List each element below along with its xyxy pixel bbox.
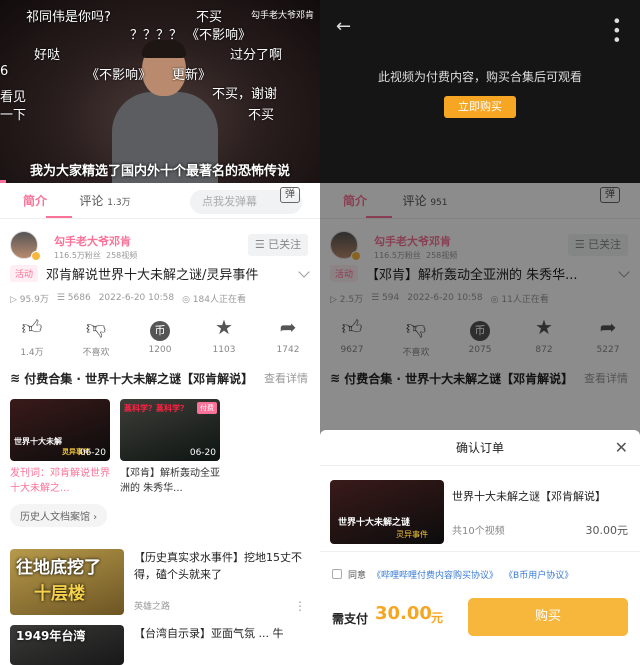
uploader-name[interactable]: 勾手老大爷邓肯	[54, 233, 131, 249]
video-subtitle: 我为大家精选了国内外十个最著名的恐怖传说	[29, 164, 290, 179]
danmaku: ？？？？	[130, 28, 183, 43]
series-cards: 世界十大未解 灵异事件 06-20 发刊词：邓肯解说世界十大未解之... 蒸科学…	[0, 393, 320, 496]
back-arrow-icon[interactable]: ←	[336, 16, 351, 37]
video-title: 邓肯解说世界十大未解之谜/灵异事件	[46, 267, 259, 283]
tab-bar: 简介 评论 1.3万 点我发弹幕 弹	[0, 183, 320, 219]
card-thumbnail: 蒸科学？蒸科学？ 付费 06-20	[120, 399, 220, 461]
purchase-agreement-link[interactable]: 《哔哩哔哩付费内容购买协议》	[372, 568, 498, 581]
tab-indicator	[46, 216, 72, 218]
tab-comments[interactable]: 评论 1.3万	[70, 192, 140, 209]
order-item: 世界十大未解之谜 灵异事件 世界十大未解之谜【邓肯解说】 共10个视频 30.0…	[320, 466, 640, 552]
series-more-link[interactable]: 查看详情	[260, 370, 308, 386]
danmaku: 看见	[0, 90, 27, 105]
order-item-price: 30.00元	[585, 524, 629, 537]
danmaku: 《不影响》	[186, 28, 252, 43]
recommended-item[interactable]: 往地底挖了 十层楼 【历史真实求水事件】挖地15丈不得，磕个头就来了 英雄之路 …	[0, 549, 320, 615]
danmaku: 过分了啊	[230, 48, 283, 63]
danmaku: 不买	[248, 108, 275, 123]
more-options-icon[interactable]: •••	[607, 16, 626, 44]
pay-label: 需支付	[332, 612, 369, 626]
coin-button[interactable]: 币 1200	[130, 315, 190, 363]
video-player[interactable]: 勾手老大爷邓肯 祁同伟是你吗? 不买 ？？？？ 《不影响》 好哒 过分了啊 6 …	[0, 0, 320, 183]
series-card[interactable]: 蒸科学？蒸科学？ 付费 06-20 【邓肯】解析轰动全亚洲的 朱秀华...	[120, 399, 220, 496]
bcoin-agreement-link[interactable]: 《B币用户协议》	[504, 568, 573, 581]
danmaku: 6	[0, 64, 9, 79]
paid-badge: 付费	[197, 402, 217, 414]
share-icon: ➦	[279, 315, 297, 339]
pay-bar: 需支付 30.00 元 购买	[320, 596, 640, 648]
thumb-up-icon: 👍︎	[21, 315, 43, 339]
action-bar: 👍︎ 1.4万 👎︎ 不喜欢 币 1200 ★ 1103 ➦ 1742	[0, 307, 320, 363]
agree-checkbox[interactable]	[332, 569, 342, 579]
video-player-locked: ← ••• 此视频为付费内容，购买合集后可观看 立即购买	[320, 0, 640, 183]
like-button[interactable]: 👍︎ 1.4万	[2, 315, 62, 363]
danmaku: 祁同伟是你吗?	[26, 10, 111, 25]
danmaku: 《不影响》	[86, 68, 152, 83]
dislike-button[interactable]: 👎︎ 不喜欢	[66, 315, 126, 363]
pay-amount: 30.00	[375, 603, 432, 624]
follow-button[interactable]: ☰ 已关注	[248, 234, 308, 256]
purchase-button[interactable]: 购买	[468, 598, 628, 636]
danmaku: 不买，谢谢	[212, 87, 278, 102]
paid-notice: 此视频为付费内容，购买合集后可观看	[377, 70, 582, 84]
video-stats: ▷ 95.9万 ☰ 5686 2022-6-20 10:58 ◎ 184人正在看	[0, 289, 320, 307]
layers-icon: ≋	[10, 371, 25, 385]
danmaku: 不买	[196, 10, 223, 25]
star-icon: ★	[215, 315, 233, 339]
thumb-down-icon: 👎︎	[85, 315, 107, 339]
series-title: 付费合集 · 世界十大未解之谜【邓肯解说】	[24, 371, 254, 386]
watching-stat: ◎ 184人正在看	[182, 294, 246, 305]
agree-label: 同意	[348, 570, 367, 581]
rec-author: 英雄之路	[134, 602, 171, 612]
video-title-row[interactable]: 活动 邓肯解说世界十大未解之谜/灵异事件	[0, 257, 320, 289]
watermark: 勾手老大爷邓肯	[250, 11, 314, 21]
card-title: 发刊词：邓肯解说世界十大未解之...	[10, 468, 110, 494]
card-title: 【邓肯】解析轰动全亚洲的 朱秀华...	[120, 468, 220, 494]
card-duration: 06-20	[79, 448, 106, 458]
recommended-item[interactable]: 1949年台湾 【台湾自示录】亚面气氛 ... 牛	[0, 625, 320, 665]
order-sheet: 确认订单 ✕ 世界十大未解之谜 灵异事件 世界十大未解之谜【邓肯解说】 共10个…	[320, 430, 640, 665]
activity-tag[interactable]: 活动	[10, 264, 39, 282]
danmaku: 好哒	[34, 48, 61, 63]
danmaku: 一下	[0, 108, 27, 123]
card-thumbnail: 世界十大未解 灵异事件 06-20	[10, 399, 110, 461]
rec-thumbnail: 往地底挖了 十层楼	[10, 549, 124, 615]
tab-intro[interactable]: 简介	[0, 192, 70, 209]
danmaku: 更新》	[172, 68, 212, 83]
pay-unit: 元	[431, 611, 444, 625]
left-pane: 勾手老大爷邓肯 祁同伟是你吗? 不买 ？？？？ 《不影响》 好哒 过分了啊 6 …	[0, 0, 320, 665]
card-duration: 06-20	[189, 448, 216, 458]
publish-date: 2022-6-20 10:58	[98, 293, 175, 303]
order-item-count: 共10个视频	[452, 526, 505, 537]
favorite-button[interactable]: ★ 1103	[194, 315, 254, 363]
views-stat: ▷ 95.9万	[10, 294, 49, 305]
coin-icon: 币	[148, 315, 172, 341]
rec-title: 【台湾自示录】亚面气氛 ... 牛	[134, 627, 284, 640]
agreement-row: 同意 《哔哩哔哩付费内容购买协议》 《B币用户协议》	[320, 552, 640, 596]
share-button[interactable]: ➦ 1742	[258, 315, 318, 363]
rec-thumbnail: 1949年台湾	[10, 625, 124, 665]
danmaku-toggle-button[interactable]: 弹	[280, 187, 300, 203]
danmaku-stat: ☰ 5686	[56, 293, 91, 303]
chevron-down-icon[interactable]	[298, 266, 310, 278]
more-options-icon[interactable]: ⋮	[294, 599, 306, 613]
series-card[interactable]: 世界十大未解 灵异事件 06-20 发刊词：邓肯解说世界十大未解之...	[10, 399, 110, 496]
right-pane: ← ••• 此视频为付费内容，购买合集后可观看 立即购买 简介 评论 951 弹…	[320, 0, 640, 665]
archive-chip[interactable]: 历史人文档案馆 ›	[10, 504, 108, 527]
close-icon[interactable]: ✕	[615, 430, 628, 466]
uploader-row: 勾手老大爷邓肯 116.5万粉丝 258视频 ☰ 已关注	[0, 219, 320, 261]
order-thumbnail: 世界十大未解之谜 灵异事件	[330, 480, 444, 544]
series-header[interactable]: ≋ 付费合集 · 世界十大未解之谜【邓肯解说】 查看详情	[0, 363, 320, 393]
order-item-title: 世界十大未解之谜【邓肯解说】	[452, 490, 606, 503]
order-title: 确认订单 ✕	[320, 430, 640, 466]
buy-now-button[interactable]: 立即购买	[444, 96, 516, 118]
